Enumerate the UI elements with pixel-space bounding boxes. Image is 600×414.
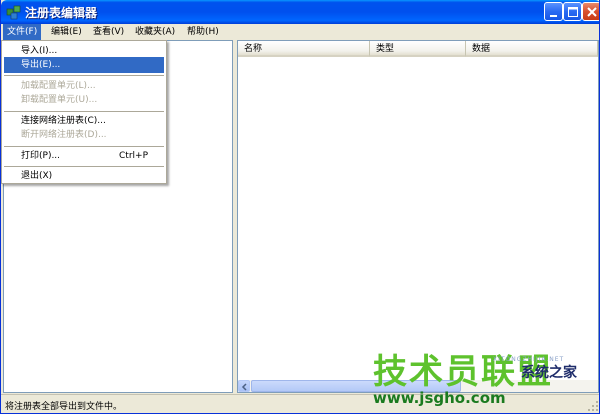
- close-button[interactable]: [582, 2, 599, 21]
- resize-grip-icon[interactable]: [587, 400, 599, 412]
- menu-item-unload-hive: 卸载配置单元(U)...: [4, 92, 164, 108]
- menu-help[interactable]: 帮助(H): [183, 24, 223, 40]
- menu-item-label: 打印(P)...: [21, 151, 61, 161]
- menu-item-label: 加载配置单元(L)...: [21, 81, 96, 91]
- menu-item-export[interactable]: 导出(E)...: [4, 57, 164, 73]
- menu-item-disconnect-network-registry: 断开网络注册表(D)...: [4, 127, 164, 143]
- minimize-button[interactable]: [544, 2, 563, 21]
- horizontal-scrollbar[interactable]: [238, 380, 598, 392]
- scroll-thumb[interactable]: [251, 380, 461, 392]
- menu-item-label: 导入(I)...: [21, 46, 58, 56]
- menu-item-label: 连接网络注册表(C)...: [21, 116, 106, 126]
- title-bar[interactable]: 注册表编辑器: [1, 0, 599, 24]
- status-bar: 将注册表全部导出到文件中。: [1, 394, 599, 413]
- menu-separator: [4, 166, 164, 167]
- arrow-left-icon: [241, 383, 247, 391]
- menu-item-exit[interactable]: 退出(X): [4, 168, 164, 184]
- maximize-icon: [568, 7, 578, 17]
- menu-file[interactable]: 文件(F): [3, 24, 42, 40]
- column-headers: 名称 类型 数据: [238, 41, 598, 57]
- menu-edit[interactable]: 编辑(E): [47, 24, 86, 40]
- menu-item-shortcut: Ctrl+P: [119, 151, 148, 161]
- menu-bar: 文件(F) 编辑(E) 查看(V) 收藏夹(A) 帮助(H): [1, 24, 599, 40]
- menu-view[interactable]: 查看(V): [89, 24, 128, 40]
- file-menu-dropdown: 导入(I)... 导出(E)... 加载配置单元(L)... 卸载配置单元(U)…: [1, 40, 167, 184]
- close-icon: [587, 7, 597, 17]
- maximize-button[interactable]: [563, 2, 582, 21]
- menu-separator: [4, 111, 164, 112]
- status-text: 将注册表全部导出到文件中。: [5, 402, 123, 412]
- column-header-name[interactable]: 名称: [238, 41, 370, 57]
- menu-separator: [4, 75, 164, 76]
- column-header-data[interactable]: 数据: [466, 41, 598, 57]
- menu-item-label: 退出(X): [21, 171, 53, 181]
- scroll-left-button[interactable]: [238, 380, 250, 392]
- window-title: 注册表编辑器: [25, 6, 98, 20]
- registry-editor-icon: [6, 5, 21, 20]
- minimize-icon: [550, 15, 557, 17]
- values-list-pane[interactable]: 名称 类型 数据: [237, 40, 599, 393]
- menu-item-label: 卸载配置单元(U)...: [21, 95, 98, 105]
- menu-separator: [4, 146, 164, 147]
- menu-item-print[interactable]: 打印(P)... Ctrl+P: [4, 148, 164, 164]
- menu-favorites[interactable]: 收藏夹(A): [131, 24, 179, 40]
- menu-item-label: 断开网络注册表(D)...: [21, 130, 107, 140]
- registry-editor-window: 注册表编辑器 文件(F) 编辑(E) 查看(V) 收藏夹(A) 帮助(H) 名称…: [0, 0, 600, 414]
- menu-item-label: 导出(E)...: [21, 60, 61, 70]
- column-header-type[interactable]: 类型: [370, 41, 466, 57]
